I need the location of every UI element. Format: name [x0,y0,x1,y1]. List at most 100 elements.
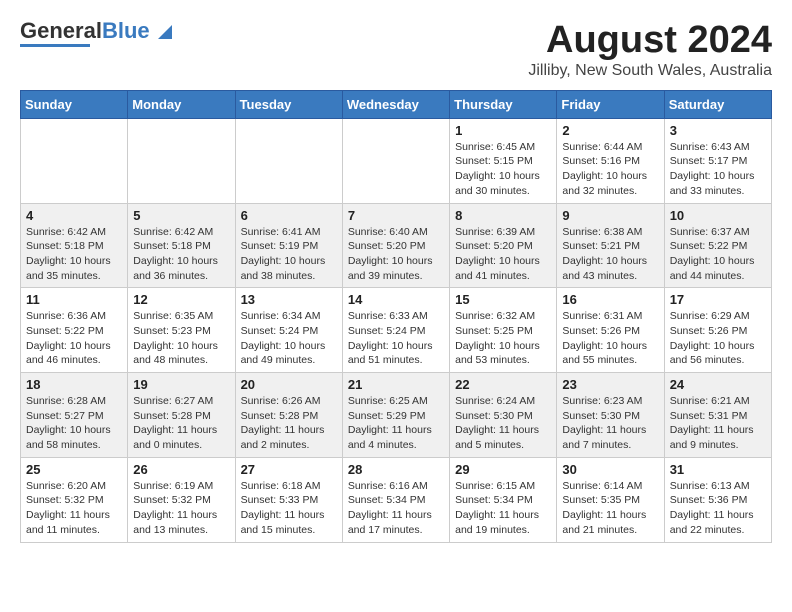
calendar-cell: 15 Sunrise: 6:32 AM Sunset: 5:25 PM Dayli… [450,288,557,373]
day-info: Sunrise: 6:15 AM Sunset: 5:34 PM Dayligh… [455,479,551,538]
day-number: 25 [26,462,122,477]
calendar-cell: 5 Sunrise: 6:42 AM Sunset: 5:18 PM Daylig… [128,203,235,288]
calendar-cell: 9Sunrise: 6:38 AM Sunset: 5:21 PM Daylig… [557,203,664,288]
day-number: 18 [26,377,122,392]
calendar-cell: 29 Sunrise: 6:15 AM Sunset: 5:34 PM Dayli… [450,457,557,542]
calendar-cell: 18 Sunrise: 6:28 AM Sunset: 5:27 PM Dayli… [21,373,128,458]
day-info: Sunrise: 6:42 AM Sunset: 5:18 PM Dayligh… [26,225,122,284]
calendar-cell: 28Sunrise: 6:16 AM Sunset: 5:34 PM Dayli… [342,457,449,542]
calendar-cell: 12Sunrise: 6:35 AM Sunset: 5:23 PM Dayli… [128,288,235,373]
calendar-cell: 20 Sunrise: 6:26 AM Sunset: 5:28 PM Dayli… [235,373,342,458]
page-header: GeneralBlue August 2024 Jilliby, New Sou… [20,20,772,80]
day-header-sunday: Sunday [21,90,128,118]
calendar-cell: 16Sunrise: 6:31 AM Sunset: 5:26 PM Dayli… [557,288,664,373]
day-info: Sunrise: 6:37 AM Sunset: 5:22 PM Dayligh… [670,225,766,284]
calendar-cell: 22 Sunrise: 6:24 AM Sunset: 5:30 PM Dayli… [450,373,557,458]
day-info: Sunrise: 6:13 AM Sunset: 5:36 PM Dayligh… [670,479,766,538]
day-info: Sunrise: 6:43 AM Sunset: 5:17 PM Dayligh… [670,140,766,199]
calendar-cell: 13 Sunrise: 6:34 AM Sunset: 5:24 PM Dayli… [235,288,342,373]
day-number: 13 [241,292,337,307]
calendar-cell: 10 Sunrise: 6:37 AM Sunset: 5:22 PM Dayli… [664,203,771,288]
calendar-table: SundayMondayTuesdayWednesdayThursdayFrid… [20,90,772,543]
day-number: 27 [241,462,337,477]
calendar-cell: 4Sunrise: 6:42 AM Sunset: 5:18 PM Daylig… [21,203,128,288]
logo-text: GeneralBlue [20,20,172,42]
calendar-cell: 19 Sunrise: 6:27 AM Sunset: 5:28 PM Dayli… [128,373,235,458]
day-info: Sunrise: 6:35 AM Sunset: 5:23 PM Dayligh… [133,309,229,368]
day-info: Sunrise: 6:29 AM Sunset: 5:26 PM Dayligh… [670,309,766,368]
days-header-row: SundayMondayTuesdayWednesdayThursdayFrid… [21,90,772,118]
day-number: 2 [562,123,658,138]
calendar-cell: 3 Sunrise: 6:43 AM Sunset: 5:17 PM Daylig… [664,118,771,203]
day-number: 24 [670,377,766,392]
day-info: Sunrise: 6:33 AM Sunset: 5:24 PM Dayligh… [348,309,444,368]
day-header-saturday: Saturday [664,90,771,118]
calendar-cell [342,118,449,203]
calendar-cell: 8 Sunrise: 6:39 AM Sunset: 5:20 PM Daylig… [450,203,557,288]
day-number: 8 [455,208,551,223]
week-row-3: 11 Sunrise: 6:36 AM Sunset: 5:22 PM Dayli… [21,288,772,373]
calendar-cell: 23 Sunrise: 6:23 AM Sunset: 5:30 PM Dayli… [557,373,664,458]
day-info: Sunrise: 6:27 AM Sunset: 5:28 PM Dayligh… [133,394,229,453]
day-info: Sunrise: 6:18 AM Sunset: 5:33 PM Dayligh… [241,479,337,538]
day-info: Sunrise: 6:23 AM Sunset: 5:30 PM Dayligh… [562,394,658,453]
day-number: 31 [670,462,766,477]
day-number: 10 [670,208,766,223]
day-info: Sunrise: 6:44 AM Sunset: 5:16 PM Dayligh… [562,140,658,199]
month-title: August 2024 [528,20,772,62]
day-info: Sunrise: 6:45 AM Sunset: 5:15 PM Dayligh… [455,140,551,199]
week-row-1: 1 Sunrise: 6:45 AM Sunset: 5:15 PM Daylig… [21,118,772,203]
calendar-cell: 2 Sunrise: 6:44 AM Sunset: 5:16 PM Daylig… [557,118,664,203]
day-info: Sunrise: 6:20 AM Sunset: 5:32 PM Dayligh… [26,479,122,538]
day-info: Sunrise: 6:32 AM Sunset: 5:25 PM Dayligh… [455,309,551,368]
title-area: August 2024 Jilliby, New South Wales, Au… [528,20,772,80]
day-number: 11 [26,292,122,307]
day-number: 19 [133,377,229,392]
calendar-cell: 1 Sunrise: 6:45 AM Sunset: 5:15 PM Daylig… [450,118,557,203]
week-row-4: 18 Sunrise: 6:28 AM Sunset: 5:27 PM Dayli… [21,373,772,458]
day-number: 14 [348,292,444,307]
day-number: 29 [455,462,551,477]
logo-underline [20,44,90,47]
day-info: Sunrise: 6:28 AM Sunset: 5:27 PM Dayligh… [26,394,122,453]
day-number: 15 [455,292,551,307]
day-header-tuesday: Tuesday [235,90,342,118]
day-info: Sunrise: 6:42 AM Sunset: 5:18 PM Dayligh… [133,225,229,284]
week-row-5: 25 Sunrise: 6:20 AM Sunset: 5:32 PM Dayli… [21,457,772,542]
day-number: 17 [670,292,766,307]
calendar-cell [235,118,342,203]
day-number: 6 [241,208,337,223]
day-info: Sunrise: 6:25 AM Sunset: 5:29 PM Dayligh… [348,394,444,453]
logo: GeneralBlue [20,20,172,47]
day-header-friday: Friday [557,90,664,118]
day-info: Sunrise: 6:21 AM Sunset: 5:31 PM Dayligh… [670,394,766,453]
day-info: Sunrise: 6:26 AM Sunset: 5:28 PM Dayligh… [241,394,337,453]
calendar-cell [128,118,235,203]
day-header-wednesday: Wednesday [342,90,449,118]
day-number: 21 [348,377,444,392]
day-info: Sunrise: 6:31 AM Sunset: 5:26 PM Dayligh… [562,309,658,368]
day-info: Sunrise: 6:19 AM Sunset: 5:32 PM Dayligh… [133,479,229,538]
day-number: 3 [670,123,766,138]
day-number: 1 [455,123,551,138]
day-number: 22 [455,377,551,392]
day-info: Sunrise: 6:39 AM Sunset: 5:20 PM Dayligh… [455,225,551,284]
day-info: Sunrise: 6:34 AM Sunset: 5:24 PM Dayligh… [241,309,337,368]
week-row-2: 4Sunrise: 6:42 AM Sunset: 5:18 PM Daylig… [21,203,772,288]
day-number: 28 [348,462,444,477]
calendar-cell: 6 Sunrise: 6:41 AM Sunset: 5:19 PM Daylig… [235,203,342,288]
day-number: 20 [241,377,337,392]
calendar-cell: 27 Sunrise: 6:18 AM Sunset: 5:33 PM Dayli… [235,457,342,542]
day-info: Sunrise: 6:36 AM Sunset: 5:22 PM Dayligh… [26,309,122,368]
day-number: 23 [562,377,658,392]
location-title: Jilliby, New South Wales, Australia [528,62,772,80]
day-number: 5 [133,208,229,223]
calendar-cell: 7 Sunrise: 6:40 AM Sunset: 5:20 PM Daylig… [342,203,449,288]
day-number: 7 [348,208,444,223]
logo-icon [158,25,172,39]
day-info: Sunrise: 6:38 AM Sunset: 5:21 PM Dayligh… [562,225,658,284]
day-info: Sunrise: 6:41 AM Sunset: 5:19 PM Dayligh… [241,225,337,284]
day-header-thursday: Thursday [450,90,557,118]
day-info: Sunrise: 6:24 AM Sunset: 5:30 PM Dayligh… [455,394,551,453]
day-info: Sunrise: 6:40 AM Sunset: 5:20 PM Dayligh… [348,225,444,284]
